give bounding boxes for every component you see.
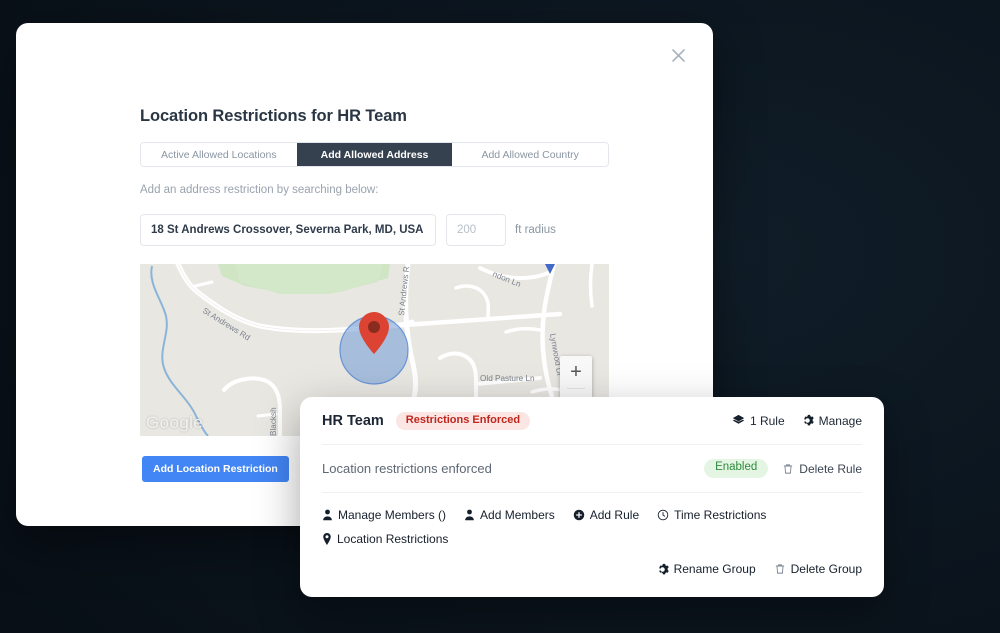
- rule-state-badge: Enabled: [704, 459, 769, 478]
- tab-active-allowed-locations[interactable]: Active Allowed Locations: [141, 143, 297, 166]
- rule-description: Location restrictions enforced: [322, 461, 492, 476]
- rule-count[interactable]: 1 Rule: [732, 414, 785, 428]
- clock-icon: [657, 509, 669, 521]
- google-watermark: Google: [146, 413, 204, 432]
- helper-text: Add an address restriction by searching …: [140, 184, 379, 196]
- tab-add-allowed-country[interactable]: Add Allowed Country: [452, 143, 608, 166]
- plus-circle-icon: [573, 509, 585, 521]
- hr-team-group-card: HR Team Restrictions Enforced 1 Rule Man…: [300, 397, 884, 597]
- time-restrictions-button[interactable]: Time Restrictions: [657, 508, 766, 522]
- group-name: HR Team: [322, 412, 384, 429]
- layers-icon: [732, 414, 745, 427]
- location-restrictions-label: Location Restrictions: [337, 532, 449, 546]
- address-search-input[interactable]: [140, 214, 436, 246]
- add-rule-button[interactable]: Add Rule: [573, 508, 639, 522]
- status-badge: Restrictions Enforced: [395, 411, 531, 430]
- group-actions-area: Manage Members () Add Members Add Rule T…: [322, 493, 862, 581]
- trash-icon: [774, 563, 786, 575]
- manage-members-button[interactable]: Manage Members (): [322, 508, 446, 522]
- zoom-in-icon[interactable]: +: [560, 356, 592, 388]
- add-members-label: Add Members: [480, 508, 555, 522]
- delete-group-label: Delete Group: [790, 562, 862, 576]
- rename-group-label: Rename Group: [673, 562, 756, 576]
- rule-count-label: 1 Rule: [749, 413, 785, 428]
- group-actions-row-2: Location Restrictions: [322, 527, 862, 551]
- rule-row: Location restrictions enforced Enabled D…: [322, 445, 862, 493]
- manage-label: Manage: [818, 413, 862, 428]
- page-title: Location Restrictions for HR Team: [140, 107, 407, 125]
- manage-button[interactable]: Manage: [801, 414, 862, 428]
- map-label-old-pasture-ln: Old Pasture Ln: [480, 374, 535, 383]
- person-icon: [322, 509, 333, 521]
- delete-group-button[interactable]: Delete Group: [774, 562, 862, 576]
- rename-group-button[interactable]: Rename Group: [656, 562, 756, 576]
- card-header-actions: 1 Rule Manage: [732, 414, 862, 428]
- card-header: HR Team Restrictions Enforced 1 Rule Man…: [322, 397, 862, 445]
- group-actions-row-1: Manage Members () Add Members Add Rule T…: [322, 503, 862, 527]
- manage-members-label: Manage Members (): [338, 508, 447, 522]
- tab-add-allowed-address[interactable]: Add Allowed Address: [296, 143, 453, 166]
- map-pin-icon: [322, 533, 332, 545]
- radius-unit-label: ft radius: [515, 224, 556, 236]
- delete-rule-button[interactable]: Delete Rule: [782, 462, 862, 476]
- add-location-restriction-button[interactable]: Add Location Restriction: [142, 456, 289, 482]
- group-actions-row-3: Rename Group Delete Group: [322, 557, 862, 581]
- delete-rule-label: Delete Rule: [799, 461, 862, 476]
- close-icon[interactable]: [665, 42, 691, 68]
- rule-row-actions: Enabled Delete Rule: [704, 459, 862, 478]
- tab-bar: Active Allowed Locations Add Allowed Add…: [140, 142, 609, 167]
- radius-input[interactable]: [446, 214, 506, 246]
- add-members-button[interactable]: Add Members: [464, 508, 555, 522]
- person-add-icon: [464, 509, 475, 521]
- map-label-blackshire: Blacksh: [269, 407, 278, 436]
- gear-icon: [656, 563, 669, 576]
- trash-icon: [782, 463, 794, 475]
- time-restrictions-label: Time Restrictions: [674, 508, 767, 522]
- gear-icon: [801, 414, 814, 427]
- location-restrictions-button[interactable]: Location Restrictions: [322, 532, 448, 546]
- add-rule-label: Add Rule: [589, 508, 640, 522]
